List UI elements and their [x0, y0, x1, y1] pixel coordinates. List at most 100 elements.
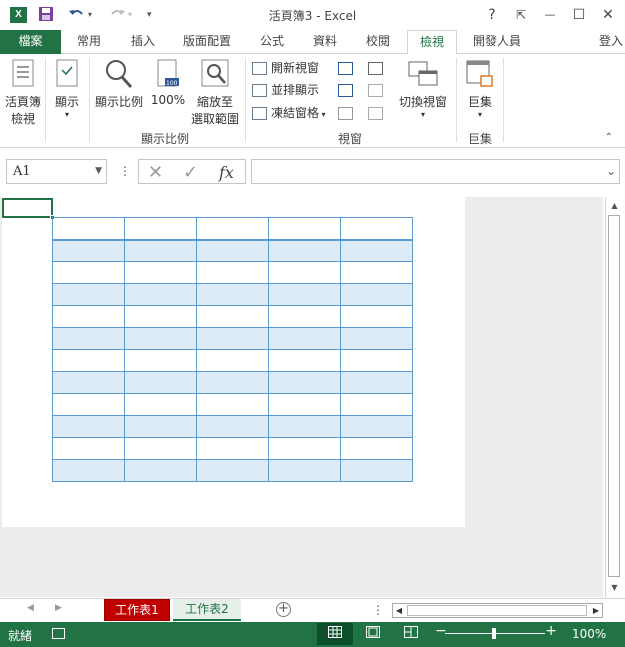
name-box[interactable]: A1 ▼	[6, 159, 107, 184]
table-cell[interactable]	[340, 437, 413, 460]
zoom-in-icon[interactable]: +	[545, 623, 557, 639]
table-cell[interactable]	[124, 239, 197, 262]
table-cell[interactable]	[196, 283, 269, 306]
horizontal-scroll-thumb[interactable]	[407, 605, 587, 616]
unhide-button[interactable]	[338, 103, 357, 123]
macros-button[interactable]: 巨集 ▾	[461, 58, 499, 119]
close-button[interactable]: ✕	[597, 5, 619, 25]
zoom-button[interactable]: 顯示比例	[94, 58, 144, 110]
scroll-down-icon[interactable]: ▼	[606, 580, 623, 596]
table-cell[interactable]	[340, 261, 413, 284]
table-cell[interactable]	[52, 371, 125, 394]
table-cell[interactable]	[268, 327, 341, 350]
table-cell[interactable]	[52, 327, 125, 350]
tab-split-dots-icon[interactable]: ⋮	[372, 603, 384, 617]
switch-windows-button[interactable]: 切換視窗 ▾	[396, 58, 450, 119]
table-cell[interactable]	[52, 393, 125, 416]
scroll-left-icon[interactable]: ◀	[393, 604, 405, 617]
table-cell[interactable]	[124, 217, 197, 241]
minimize-button[interactable]: —	[539, 5, 561, 25]
table-cell[interactable]	[340, 459, 413, 482]
scroll-up-icon[interactable]: ▲	[606, 198, 623, 214]
table-cell[interactable]	[52, 261, 125, 284]
ribbon-display-options-icon[interactable]: ⇱	[510, 5, 532, 25]
formula-input[interactable]: ⌄	[251, 159, 620, 184]
zoom-out-icon[interactable]: −	[435, 623, 447, 639]
table-cell[interactable]	[52, 437, 125, 460]
next-sheet-icon[interactable]: ▶	[55, 603, 62, 613]
enter-icon[interactable]: ✓	[183, 162, 198, 183]
table-cell[interactable]	[52, 239, 125, 262]
tab-review[interactable]: 校閱	[356, 30, 400, 54]
table-cell[interactable]	[268, 283, 341, 306]
table-cell[interactable]	[52, 415, 125, 438]
table-cell[interactable]	[340, 349, 413, 372]
table-cell[interactable]	[196, 327, 269, 350]
zoom-slider[interactable]: − +	[435, 623, 557, 642]
table-cell[interactable]	[196, 415, 269, 438]
table-cell[interactable]	[196, 371, 269, 394]
scroll-right-icon[interactable]: ▶	[590, 604, 602, 617]
prev-sheet-icon[interactable]: ◀	[27, 603, 34, 613]
table-cell[interactable]	[124, 371, 197, 394]
table-cell[interactable]	[268, 217, 341, 241]
page-break-view-button[interactable]	[393, 623, 429, 645]
help-button[interactable]: ?	[481, 5, 503, 25]
add-sheet-icon[interactable]: +	[276, 602, 291, 617]
table-cell[interactable]	[124, 459, 197, 482]
name-box-dropdown-icon[interactable]: ▼	[95, 160, 102, 183]
table-cell[interactable]	[52, 305, 125, 328]
table-cell[interactable]	[268, 349, 341, 372]
table-cell[interactable]	[124, 283, 197, 306]
table-cell[interactable]	[196, 393, 269, 416]
table-cell[interactable]	[340, 371, 413, 394]
tab-page-layout[interactable]: 版面配置	[176, 30, 238, 54]
insert-function-button[interactable]: fx	[219, 163, 234, 182]
table-cell[interactable]	[52, 217, 125, 241]
table-cell[interactable]	[268, 459, 341, 482]
table-cell[interactable]	[340, 217, 413, 241]
table-cell[interactable]	[196, 217, 269, 241]
table-cell[interactable]	[268, 261, 341, 284]
table-cell[interactable]	[340, 283, 413, 306]
page-layout-view-button[interactable]	[355, 623, 391, 645]
table-cell[interactable]	[52, 283, 125, 306]
vertical-scroll-thumb[interactable]	[608, 215, 620, 577]
hide-button[interactable]	[338, 80, 357, 100]
table-cell[interactable]	[124, 305, 197, 328]
table-cell[interactable]	[268, 415, 341, 438]
tab-file[interactable]: 檔案	[0, 30, 61, 54]
zoom-to-selection-button[interactable]: 縮放至 選取範圍	[188, 58, 242, 127]
horizontal-scrollbar[interactable]: ◀ ▶	[392, 603, 603, 618]
freeze-panes-button[interactable]: 凍結窗格 ▾	[252, 103, 326, 123]
tab-home[interactable]: 常用	[66, 30, 112, 54]
table-cell[interactable]	[268, 437, 341, 460]
table-cell[interactable]	[52, 349, 125, 372]
sheet-tab-1[interactable]: 工作表1	[104, 599, 170, 621]
table-cell[interactable]	[124, 437, 197, 460]
table-cell[interactable]	[268, 305, 341, 328]
table-cell[interactable]	[124, 261, 197, 284]
table-cell[interactable]	[196, 261, 269, 284]
table-cell[interactable]	[268, 239, 341, 262]
table-cell[interactable]	[196, 305, 269, 328]
table-cell[interactable]	[340, 239, 413, 262]
table-cell[interactable]	[124, 349, 197, 372]
cancel-icon[interactable]: ✕	[148, 162, 163, 183]
macro-record-icon[interactable]	[52, 628, 65, 639]
formula-bar-dots-icon[interactable]: ⋮	[119, 164, 131, 178]
workbook-views-button[interactable]: 活頁簿 檢視	[3, 58, 43, 127]
vertical-scrollbar[interactable]: ▲ ▼	[605, 197, 622, 598]
zoom-slider-knob[interactable]	[492, 628, 496, 639]
table-cell[interactable]	[196, 239, 269, 262]
tab-view[interactable]: 檢視	[407, 30, 457, 55]
synchronous-scrolling-button[interactable]	[368, 80, 387, 100]
table-cell[interactable]	[196, 349, 269, 372]
sheet-tab-2[interactable]: 工作表2	[173, 599, 241, 621]
table-cell[interactable]	[340, 305, 413, 328]
table-cell[interactable]	[124, 393, 197, 416]
normal-view-button[interactable]	[317, 623, 353, 645]
new-window-button[interactable]: 開新視窗	[252, 58, 319, 78]
table-cell[interactable]	[124, 415, 197, 438]
table-cell[interactable]	[268, 393, 341, 416]
